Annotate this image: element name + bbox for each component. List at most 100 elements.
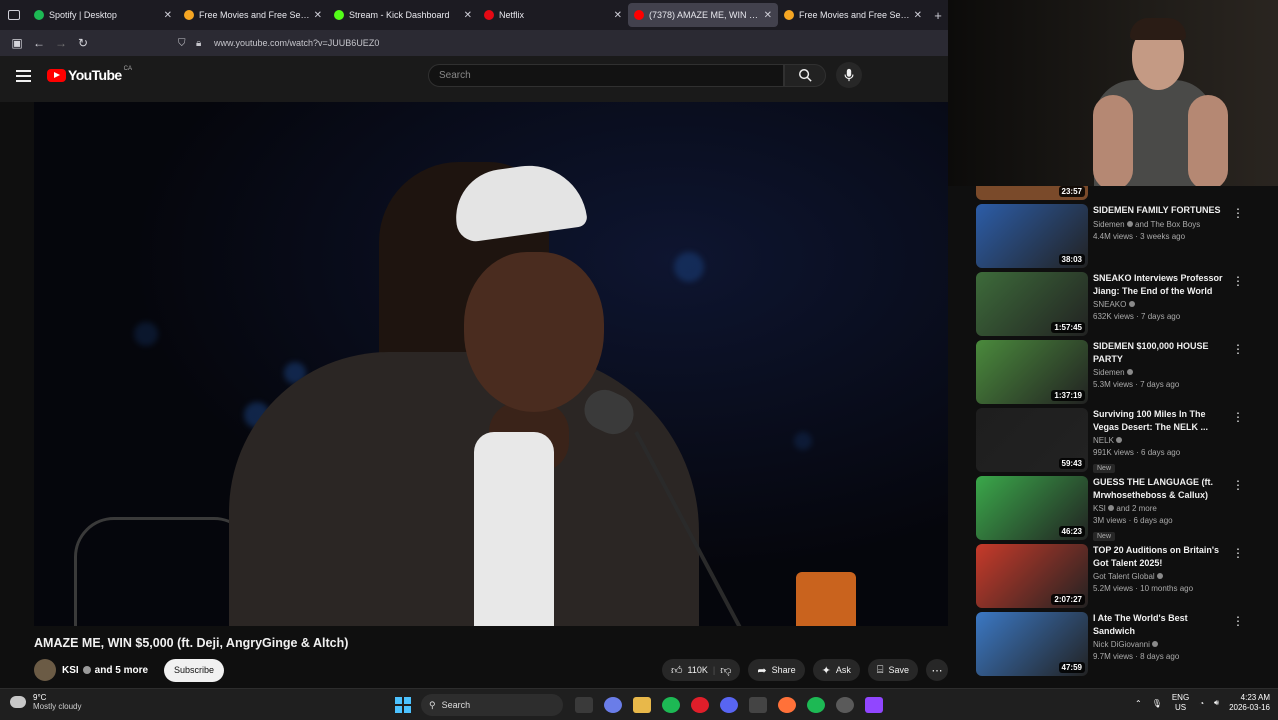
recommended-title[interactable]: SIDEMEN FAMILY FORTUNES	[1093, 204, 1231, 217]
video-thumbnail[interactable]: 38:03	[976, 204, 1088, 268]
recommended-channel[interactable]: Got Talent Global	[1093, 572, 1231, 581]
more-options-icon[interactable]: ⋮	[1232, 478, 1244, 492]
copilot-icon[interactable]	[604, 697, 622, 713]
language-indicator[interactable]: ENG US	[1172, 693, 1189, 713]
browser-tab[interactable]: Spotify | Desktop ✕	[28, 3, 178, 27]
opera-icon[interactable]	[691, 697, 709, 713]
more-options-icon[interactable]: ⋮	[1232, 206, 1244, 220]
app-icon[interactable]	[749, 697, 767, 713]
twitch-icon[interactable]	[865, 697, 883, 713]
browser-tab[interactable]: (7378) AMAZE ME, WIN $5,000 ✕	[628, 3, 778, 27]
close-tab-icon[interactable]: ✕	[464, 10, 472, 21]
sidebar-toggle-icon[interactable]: ▣	[6, 32, 28, 54]
list-item[interactable]: 2:07:27 TOP 20 Auditions on Britain's Got…	[976, 544, 1248, 608]
start-button[interactable]	[395, 697, 411, 713]
more-options-icon[interactable]: ⋮	[1232, 342, 1244, 356]
subscribe-button[interactable]: Subscribe	[164, 658, 225, 682]
browser-tab[interactable]: Free Movies and Free Series Or ✕	[778, 3, 928, 27]
list-item[interactable]: 47:59 I Ate The World's Best Sandwich Nick…	[976, 612, 1248, 676]
close-tab-icon[interactable]: ✕	[614, 10, 622, 21]
video-thumbnail[interactable]: 1:37:19	[976, 340, 1088, 404]
search-button[interactable]	[784, 64, 826, 87]
ask-button[interactable]: ✦ Ask	[812, 659, 860, 681]
spotify-icon[interactable]	[662, 697, 680, 713]
clock[interactable]: 4:23 AM 2026-03-16	[1229, 693, 1270, 713]
recommended-channel[interactable]: SNEAKO	[1093, 300, 1231, 309]
address-bar[interactable]: ⛉ 🔒︎ www.youtube.com/watch?v=JUUB6UEZ0	[178, 33, 938, 53]
recommended-channel[interactable]: NELK	[1093, 436, 1231, 445]
close-tab-icon[interactable]: ✕	[164, 10, 172, 21]
close-tab-icon[interactable]: ✕	[914, 10, 922, 21]
sparkle-icon: ✦	[821, 664, 831, 677]
shield-icon[interactable]: ⛉	[178, 38, 190, 49]
voice-search-button[interactable]	[836, 62, 862, 88]
windows-taskbar: 9°C Mostly cloudy ⚲ Search ⌃ 🎙︎ ENG US ◔ 🔊…	[0, 688, 1278, 720]
lock-icon[interactable]: 🔒︎	[196, 38, 208, 49]
list-item[interactable]: 46:23 GUESS THE LANGUAGE (ft. Mrwhosetheb…	[976, 476, 1248, 541]
microphone-tray-icon[interactable]: 🎙︎	[1152, 699, 1162, 708]
thumbs-down-icon[interactable]: 👎︎	[720, 664, 731, 677]
recommended-channel[interactable]: Sidemen and The Box Boys	[1093, 220, 1231, 229]
recommended-title[interactable]: Surviving 100 Miles In The Vegas Desert:…	[1093, 408, 1231, 433]
recommended-channel[interactable]: Nick DiGiovanni	[1093, 640, 1231, 649]
volume-icon[interactable]: 🔊︎	[1214, 698, 1219, 708]
search-input[interactable]: Search	[428, 64, 784, 87]
verified-icon	[82, 666, 91, 674]
forward-button[interactable]: →	[50, 32, 72, 54]
recommended-channel[interactable]: KSI and 2 more	[1093, 504, 1231, 513]
hamburger-menu-icon[interactable]	[16, 70, 31, 82]
browser-tab[interactable]: Netflix ✕	[478, 3, 628, 27]
microphone-icon	[844, 68, 854, 82]
channel-name[interactable]: KSI	[62, 665, 79, 676]
recommended-title[interactable]: SNEAKO Interviews Professor Jiang: The E…	[1093, 272, 1231, 297]
list-item[interactable]: 1:37:19 SIDEMEN $100,000 HOUSE PARTY Sidem…	[976, 340, 1248, 404]
back-button[interactable]: ←	[28, 32, 50, 54]
tab-list-icon[interactable]	[0, 0, 28, 30]
video-thumbnail[interactable]: 1:57:45	[976, 272, 1088, 336]
video-thumbnail[interactable]: 46:23	[976, 476, 1088, 540]
file-explorer-icon[interactable]	[633, 697, 651, 713]
video-player[interactable]	[34, 102, 948, 626]
recommended-title[interactable]: SIDEMEN $100,000 HOUSE PARTY	[1093, 340, 1231, 365]
weather-widget[interactable]: 9°C Mostly cloudy	[10, 693, 81, 711]
task-view-icon[interactable]	[575, 697, 593, 713]
more-options-icon[interactable]: ⋮	[1232, 614, 1244, 628]
recommended-title[interactable]: I Ate The World's Best Sandwich	[1093, 612, 1231, 637]
firefox-icon[interactable]	[778, 697, 796, 713]
discord-icon[interactable]	[720, 697, 738, 713]
list-item[interactable]: 23:57	[976, 186, 1248, 200]
video-thumbnail[interactable]: 59:43	[976, 408, 1088, 472]
recommended-title[interactable]: GUESS THE LANGUAGE (ft. Mrwhosetheboss &…	[1093, 476, 1231, 501]
share-button[interactable]: ➦ Share	[748, 659, 805, 681]
more-options-icon[interactable]: ⋮	[1232, 274, 1244, 288]
youtube-logo[interactable]: YouTube CA	[47, 66, 132, 83]
channel-row: KSI and 5 more Subscribe	[34, 658, 225, 682]
like-button[interactable]: 👍︎ 110K | 👎︎	[662, 659, 741, 681]
save-button[interactable]: ⌸ Save	[867, 659, 918, 681]
more-options-icon[interactable]: ⋮	[1232, 410, 1244, 424]
wifi-icon[interactable]: ◔	[1199, 699, 1204, 708]
channel-extra[interactable]: and 5 more	[95, 665, 148, 676]
list-item[interactable]: 1:57:45 SNEAKO Interviews Professor Jiang…	[976, 272, 1248, 336]
duration-badge: 47:59	[1058, 662, 1085, 673]
more-options-icon[interactable]: ⋮	[1232, 546, 1244, 560]
more-actions-icon[interactable]: ⋯	[926, 659, 948, 681]
browser-tab[interactable]: Stream - Kick Dashboard ✕	[328, 3, 478, 27]
spotify-2-icon[interactable]	[807, 697, 825, 713]
list-item[interactable]: 59:43 Surviving 100 Miles In The Vegas De…	[976, 408, 1248, 473]
reload-button[interactable]: ↻	[72, 32, 94, 54]
recommended-title[interactable]: TOP 20 Auditions on Britain's Got Talent…	[1093, 544, 1231, 569]
video-thumbnail[interactable]: 2:07:27	[976, 544, 1088, 608]
channel-avatar[interactable]	[34, 659, 56, 681]
close-tab-icon[interactable]: ✕	[314, 10, 322, 21]
browser-tab[interactable]: Free Movies and Free Series Or ✕	[178, 3, 328, 27]
video-thumbnail[interactable]: 23:57	[976, 186, 1088, 200]
taskbar-search[interactable]: ⚲ Search	[421, 694, 563, 716]
obs-icon[interactable]	[836, 697, 854, 713]
recommended-channel[interactable]: Sidemen	[1093, 368, 1231, 377]
close-tab-icon[interactable]: ✕	[764, 10, 772, 21]
list-item[interactable]: 38:03 SIDEMEN FAMILY FORTUNES Sidemen and …	[976, 204, 1248, 268]
new-tab-button[interactable]: +	[928, 8, 948, 23]
video-thumbnail[interactable]: 47:59	[976, 612, 1088, 676]
chevron-up-icon[interactable]: ⌃	[1135, 699, 1142, 708]
